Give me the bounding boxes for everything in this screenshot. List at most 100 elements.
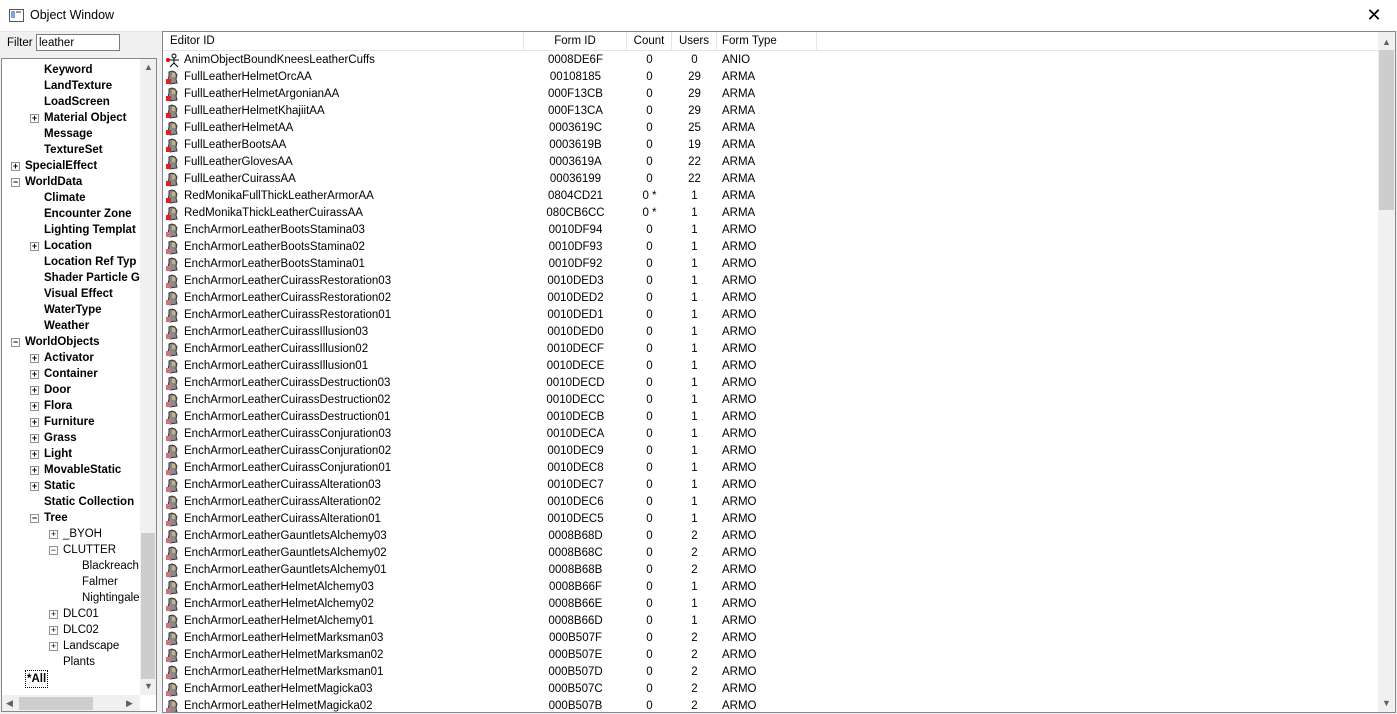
tree-item[interactable]: Nightingale xyxy=(2,590,140,606)
table-row[interactable]: EnchArmorLeatherCuirassIllusion03 0010DED… xyxy=(163,324,1379,341)
tree-item[interactable]: Message xyxy=(2,126,139,142)
table-row[interactable]: EnchArmorLeatherCuirassDestruction01 0010… xyxy=(163,409,1379,426)
tree-item[interactable]: Visual Effect xyxy=(2,286,139,302)
tree-item[interactable]: Plants xyxy=(2,654,139,670)
table-row[interactable]: FullLeatherGlovesAA 0003619A 0 22 ARMA xyxy=(163,154,1379,171)
table-row[interactable]: EnchArmorLeatherCuirassRestoration03 0010… xyxy=(163,273,1379,290)
tree-item[interactable]: LoadScreen xyxy=(2,94,139,110)
tree-item[interactable]: + Static xyxy=(2,478,139,494)
table-row[interactable]: EnchArmorLeatherHelmetAlchemy03 0008B66F 0… xyxy=(163,579,1379,596)
list-vertical-scrollbar[interactable]: ▲ ▼ xyxy=(1378,32,1395,712)
tree-item[interactable]: TextureSet xyxy=(2,142,139,158)
scroll-up-icon[interactable]: ▲ xyxy=(144,62,153,72)
column-header-form-id[interactable]: Form ID xyxy=(524,32,627,50)
table-row[interactable]: EnchArmorLeatherCuirassRestoration01 0010… xyxy=(163,307,1379,324)
tree-item[interactable]: + _BYOH xyxy=(2,526,139,542)
expand-icon[interactable]: + xyxy=(30,354,39,363)
expand-icon[interactable]: + xyxy=(30,402,39,411)
expand-icon[interactable]: + xyxy=(30,482,39,491)
scroll-down-icon[interactable]: ▼ xyxy=(1382,698,1391,708)
expand-icon[interactable]: + xyxy=(49,610,58,619)
table-row[interactable]: EnchArmorLeatherGauntletsAlchemy03 0008B6… xyxy=(163,528,1379,545)
table-row[interactable]: AnimObjectBoundKneesLeatherCuffs 0008DE6F… xyxy=(163,52,1379,69)
scroll-down-icon[interactable]: ▼ xyxy=(144,681,153,691)
table-row[interactable]: FullLeatherBootsAA 0003619B 0 19 ARMA xyxy=(163,137,1379,154)
tree-item[interactable]: − WorldData xyxy=(2,174,139,190)
table-row[interactable]: EnchArmorLeatherHelmetMagicka02 000B507B 0… xyxy=(163,698,1379,712)
tree-item[interactable]: Encounter Zone xyxy=(2,206,139,222)
tree-hscroll-thumb[interactable] xyxy=(19,697,93,710)
column-header-form-type[interactable]: Form Type xyxy=(717,32,817,50)
table-row[interactable]: EnchArmorLeatherBootsStamina01 0010DF92 0 1… xyxy=(163,256,1379,273)
tree-item[interactable]: Weather xyxy=(2,318,139,334)
tree-item[interactable]: + Light xyxy=(2,446,139,462)
table-row[interactable]: FullLeatherHelmetOrcAA 00108185 0 29 ARMA xyxy=(163,69,1379,86)
tree-item[interactable]: − WorldObjects xyxy=(2,334,139,350)
expand-icon[interactable]: + xyxy=(30,114,39,123)
column-header-count[interactable]: Count xyxy=(627,32,672,50)
expand-icon[interactable]: + xyxy=(30,450,39,459)
table-row[interactable]: EnchArmorLeatherCuirassIllusion02 0010DEC… xyxy=(163,341,1379,358)
tree-item[interactable]: Static Collection xyxy=(2,494,139,510)
scroll-right-icon[interactable]: ▶ xyxy=(126,698,133,709)
table-row[interactable]: EnchArmorLeatherGauntletsAlchemy02 0008B6… xyxy=(163,545,1379,562)
collapse-icon[interactable]: − xyxy=(11,178,20,187)
expand-icon[interactable]: + xyxy=(30,418,39,427)
expand-icon[interactable]: + xyxy=(49,626,58,635)
expand-icon[interactable]: + xyxy=(30,386,39,395)
column-header-editor-id[interactable]: Editor ID xyxy=(163,32,524,50)
collapse-icon[interactable]: − xyxy=(49,546,58,555)
scroll-up-icon[interactable]: ▲ xyxy=(1382,37,1391,47)
table-row[interactable]: EnchArmorLeatherHelmetMarksman01 000B507D… xyxy=(163,664,1379,681)
tree-item[interactable]: + Landscape xyxy=(2,638,139,654)
table-row[interactable]: FullLeatherHelmetArgonianAA 000F13CB 0 29 AR… xyxy=(163,86,1379,103)
table-row[interactable]: EnchArmorLeatherHelmetMagicka03 000B507C 0… xyxy=(163,681,1379,698)
category-tree[interactable]: ▲ ▼ ◀ ▶ Keyword LandTexture LoadScreen + Mat… xyxy=(1,58,157,712)
table-row[interactable]: EnchArmorLeatherGauntletsAlchemy01 0008B6… xyxy=(163,562,1379,579)
scroll-left-icon[interactable]: ◀ xyxy=(6,698,13,709)
tree-item[interactable]: − CLUTTER xyxy=(2,542,139,558)
table-row[interactable]: FullLeatherHelmetAA 0003619C 0 25 ARMA xyxy=(163,120,1379,137)
expand-icon[interactable]: + xyxy=(30,370,39,379)
table-row[interactable]: EnchArmorLeatherCuirassConjuration03 0010… xyxy=(163,426,1379,443)
tree-item[interactable]: + SpecialEffect xyxy=(2,158,139,174)
expand-icon[interactable]: + xyxy=(49,642,58,651)
table-row[interactable]: EnchArmorLeatherHelmetMarksman02 000B507E… xyxy=(163,647,1379,664)
tree-item[interactable]: Lighting Templat xyxy=(2,222,139,238)
tree-item[interactable]: + Location xyxy=(2,238,139,254)
tree-item[interactable]: + Activator xyxy=(2,350,139,366)
table-row[interactable]: EnchArmorLeatherCuirassAlteration01 0010D… xyxy=(163,511,1379,528)
expand-icon[interactable]: + xyxy=(30,242,39,251)
table-row[interactable]: EnchArmorLeatherCuirassDestruction02 0010… xyxy=(163,392,1379,409)
table-row[interactable]: EnchArmorLeatherCuirassIllusion01 0010DEC… xyxy=(163,358,1379,375)
list-scroll-thumb[interactable] xyxy=(1379,50,1394,210)
tree-item[interactable]: *All xyxy=(2,670,139,688)
table-row[interactable]: FullLeatherHelmetKhajiitAA 000F13CA 0 29 ARM… xyxy=(163,103,1379,120)
tree-item[interactable]: WaterType xyxy=(2,302,139,318)
tree-item[interactable]: Location Ref Typ xyxy=(2,254,139,270)
filter-input[interactable] xyxy=(36,34,120,51)
tree-item[interactable]: Keyword xyxy=(2,62,139,78)
tree-item[interactable]: + Container xyxy=(2,366,139,382)
expand-icon[interactable]: + xyxy=(30,434,39,443)
expand-icon[interactable]: + xyxy=(30,466,39,475)
table-row[interactable]: EnchArmorLeatherCuirassRestoration02 0010… xyxy=(163,290,1379,307)
object-list[interactable]: Editor ID Form ID Count Users Form Type … xyxy=(162,31,1396,713)
tree-item[interactable]: + Door xyxy=(2,382,139,398)
expand-icon[interactable]: + xyxy=(49,530,58,539)
tree-item[interactable]: Blackreach xyxy=(2,558,139,574)
tree-item[interactable]: − Tree xyxy=(2,510,139,526)
table-row[interactable]: RedMonikaFullThickLeatherArmorAA 0804CD21… xyxy=(163,188,1379,205)
table-row[interactable]: EnchArmorLeatherCuirassAlteration02 0010D… xyxy=(163,494,1379,511)
tree-item[interactable]: + DLC01 xyxy=(2,606,139,622)
tree-item[interactable]: + Flora xyxy=(2,398,139,414)
expand-icon[interactable]: + xyxy=(11,162,20,171)
tree-vertical-scrollbar[interactable]: ▲ ▼ xyxy=(140,59,156,695)
tree-item[interactable]: + Material Object xyxy=(2,110,139,126)
tree-item[interactable]: Climate xyxy=(2,190,139,206)
collapse-icon[interactable]: − xyxy=(11,338,20,347)
tree-item[interactable]: Shader Particle G xyxy=(2,270,140,286)
tree-scroll-thumb[interactable] xyxy=(141,533,155,679)
table-row[interactable]: RedMonikaThickLeatherCuirassAA 080CB6CC 0 … xyxy=(163,205,1379,222)
table-row[interactable]: EnchArmorLeatherBootsStamina02 0010DF93 0 1… xyxy=(163,239,1379,256)
